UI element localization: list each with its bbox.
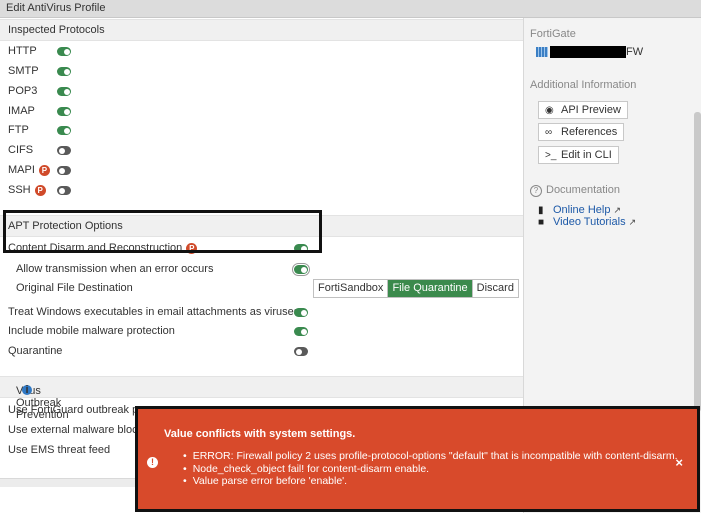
toggle-ftp[interactable]: [57, 126, 71, 135]
error-notification-body: Value conflicts with system settings. ! …: [138, 409, 697, 509]
treat-windows-row: Treat Windows executables in email attac…: [8, 306, 299, 318]
toggle-quarantine[interactable]: [294, 347, 308, 356]
protocol-label: CIFS: [8, 144, 34, 156]
toggle-smtp[interactable]: [57, 67, 71, 76]
documentation-label: ? Documentation: [530, 184, 620, 197]
redacted-device-name: [550, 46, 626, 59]
device-suffix: FW: [626, 46, 644, 58]
online-help-link[interactable]: ▮ Online Help ↗: [538, 204, 621, 216]
protocol-label: SSH: [8, 184, 31, 196]
toggle-ssh[interactable]: [57, 186, 71, 195]
inspected-protocols-title: Inspected Protocols: [8, 24, 105, 36]
device-name: FW: [536, 46, 644, 59]
orig-dest-label: Original File Destination: [16, 282, 133, 294]
video-tutorials-text: Video Tutorials: [553, 216, 626, 228]
protocol-label: SMTP: [8, 65, 39, 77]
link-icon: ∞: [545, 127, 553, 138]
protocol-row-smtp: SMTP: [8, 65, 39, 77]
toggle-treat-windows[interactable]: [294, 308, 308, 317]
allow-error-label: Allow transmission when an error occurs: [16, 263, 214, 275]
api-preview-label: API Preview: [561, 104, 621, 116]
external-malware-label: Use external malware block: [8, 424, 144, 436]
sidebar-scrollbar[interactable]: [694, 112, 701, 412]
edit-cli-label: Edit in CLI: [561, 149, 612, 161]
documentation-text: Documentation: [546, 184, 620, 196]
ems-threat-row: Use EMS threat feed: [8, 444, 110, 456]
eye-icon: ◉: [545, 105, 554, 116]
edit-in-cli-button[interactable]: >_ Edit in CLI: [538, 146, 619, 164]
protocol-row-pop3: POP3: [8, 85, 37, 97]
annotation-highlight-box: [3, 210, 322, 253]
close-icon[interactable]: ×: [675, 455, 683, 470]
protocol-label: HTTP: [8, 45, 37, 57]
error-notification: Value conflicts with system settings. ! …: [135, 406, 700, 512]
online-help-text: Online Help: [553, 204, 611, 216]
protocol-label: POP3: [8, 85, 38, 97]
toggle-allow-error[interactable]: [292, 263, 310, 276]
external-malware-row: Use external malware block: [8, 424, 143, 436]
mobile-malware-label: Include mobile malware protection: [8, 325, 175, 337]
error-title: Value conflicts with system settings.: [164, 428, 356, 440]
error-item: ERROR: Firewall policy 2 uses profile-pr…: [183, 450, 678, 463]
quarantine-label: Quarantine: [8, 345, 63, 357]
protocol-label: FTP: [8, 124, 29, 136]
dest-option-fortisandbox[interactable]: FortiSandbox: [314, 280, 389, 297]
dest-option-discard[interactable]: Discard: [472, 280, 518, 297]
fortiguard-outbreak-label: Use FortiGuard outbreak pr: [8, 404, 142, 416]
question-icon: ?: [530, 185, 542, 197]
toggle-mapi[interactable]: [57, 166, 71, 175]
allow-error-row: Allow transmission when an error occurs: [16, 263, 213, 275]
external-link-icon: ↗: [613, 205, 622, 215]
proxy-badge-icon: P: [34, 184, 46, 196]
video-camera-icon: ■: [538, 217, 545, 228]
mobile-malware-row: Include mobile malware protection: [8, 325, 175, 337]
error-alert-icon: !: [147, 457, 158, 468]
toggle-imap[interactable]: [57, 107, 71, 116]
protocol-row-ssh: SSH P: [8, 184, 46, 196]
references-button[interactable]: ∞ References: [538, 123, 625, 141]
toggle-cifs[interactable]: [57, 146, 71, 155]
error-item: Value parse error before 'enable'.: [183, 475, 678, 488]
toggle-mobile-malware[interactable]: [294, 327, 308, 336]
toggle-http[interactable]: [57, 47, 71, 56]
terminal-icon: >_: [545, 150, 557, 161]
treat-windows-label: Treat Windows executables in email attac…: [8, 306, 300, 318]
virus-outbreak-header: Virus Outbreak Preventioni: [0, 376, 523, 421]
protocol-label: IMAP: [8, 105, 35, 117]
destination-selector: FortiSandbox File Quarantine Discard: [313, 279, 519, 298]
protocol-row-ftp: FTP: [8, 124, 29, 136]
error-item: Node_check_object fail! for content-disa…: [183, 463, 678, 476]
fortiguard-outbreak-row: Use FortiGuard outbreak pr: [8, 404, 142, 416]
api-preview-button[interactable]: ◉ API Preview: [538, 101, 628, 119]
protocol-row-cifs: CIFS: [8, 144, 33, 156]
dest-option-file-quarantine[interactable]: File Quarantine: [388, 280, 473, 297]
toggle-pop3[interactable]: [57, 87, 71, 96]
orig-dest-row: Original File Destination: [16, 282, 133, 294]
external-link-icon: ↗: [628, 217, 637, 227]
info-icon[interactable]: i: [22, 385, 32, 396]
window-titlebar: Edit AntiVirus Profile: [0, 0, 701, 18]
error-list: ERROR: Firewall policy 2 uses profile-pr…: [183, 450, 678, 488]
protocol-row-http: HTTP: [8, 45, 37, 57]
window-title: Edit AntiVirus Profile: [6, 2, 106, 14]
references-label: References: [561, 126, 618, 138]
fortigate-label: FortiGate: [530, 28, 576, 40]
protocol-row-imap: IMAP: [8, 105, 35, 117]
proxy-badge-icon: P: [38, 164, 50, 176]
additional-info-label: Additional Information: [530, 79, 637, 91]
ems-threat-label: Use EMS threat feed: [8, 444, 111, 456]
inspected-protocols-header: Inspected Protocols: [0, 19, 523, 41]
protocol-label: MAPI: [8, 164, 35, 176]
fortigate-device-icon: [536, 47, 548, 58]
protocol-row-mapi: MAPI P: [8, 164, 50, 176]
book-icon: ▮: [538, 205, 544, 216]
quarantine-row: Quarantine: [8, 345, 62, 357]
video-tutorials-link[interactable]: ■ Video Tutorials ↗: [538, 216, 636, 228]
